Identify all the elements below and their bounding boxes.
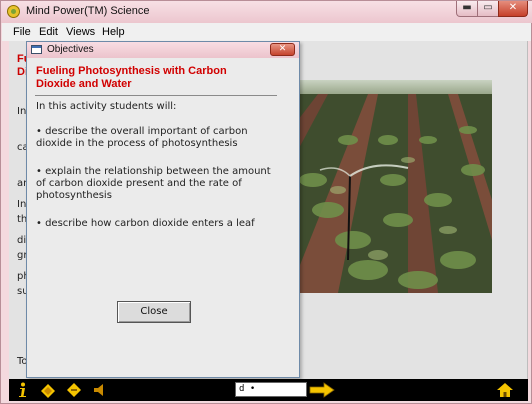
main-window: Mind Power(TM) Science ▬ ▭ ✕ File Edit V… (0, 0, 532, 404)
dialog-title-bar[interactable]: Objectives ✕ (27, 42, 299, 58)
menu-views[interactable]: Views (66, 26, 95, 38)
close-button[interactable]: Close (117, 301, 191, 323)
objective-item: • explain the relationship between the a… (36, 166, 271, 201)
menu-edit[interactable]: Edit (39, 26, 58, 38)
dialog-close-x-button[interactable]: ✕ (270, 43, 295, 56)
previous-page-icon[interactable] (39, 381, 57, 399)
crop-field-photo (298, 80, 492, 293)
close-window-button[interactable]: ✕ (498, 1, 528, 17)
menu-bar: File Edit Views Help (2, 23, 531, 41)
home-icon[interactable] (496, 381, 514, 399)
divider (35, 95, 277, 96)
menu-help[interactable]: Help (102, 26, 125, 38)
objectives-dialog: Objectives ✕ Fueling Photosynthesis with… (26, 41, 300, 378)
minimize-button[interactable]: ▬ (456, 1, 478, 17)
info-icon[interactable] (14, 381, 32, 399)
objective-item: • describe how carbon dioxide enters a l… (36, 218, 255, 229)
objective-item: • describe the overall important of carb… (36, 126, 248, 149)
window-title: Mind Power(TM) Science (26, 5, 150, 17)
maximize-button[interactable]: ▭ (477, 1, 499, 17)
page-number-input[interactable]: d • (235, 382, 307, 397)
next-page-icon[interactable] (65, 381, 83, 399)
title-bar[interactable]: Mind Power(TM) Science ▬ ▭ ✕ (1, 1, 532, 23)
objectives-intro: In this activity students will: (36, 101, 177, 112)
dialog-title: Objectives (47, 44, 94, 55)
speaker-icon[interactable] (91, 381, 109, 399)
menu-file[interactable]: File (13, 26, 31, 38)
app-logo-icon (7, 5, 20, 18)
bottom-toolbar: d • (9, 379, 528, 401)
window-icon (31, 45, 42, 54)
activity-heading: Fueling Photosynthesis with Carbon Dioxi… (36, 65, 227, 90)
forward-arrow-icon[interactable] (309, 381, 335, 399)
